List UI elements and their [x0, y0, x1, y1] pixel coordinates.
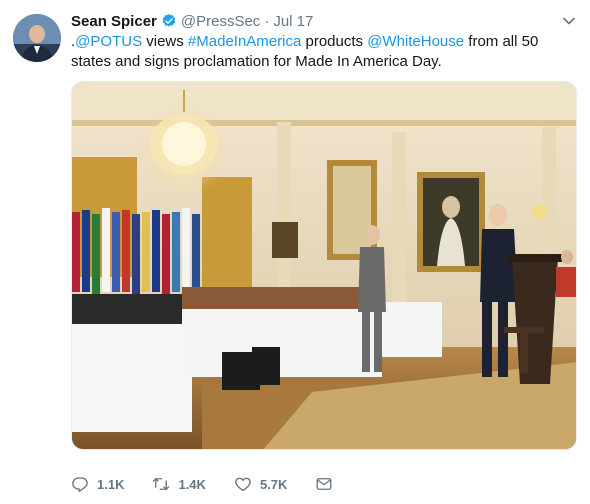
reply-button[interactable]: 1.1K — [71, 475, 124, 493]
mention-whitehouse-link[interactable]: @WhiteHouse — [367, 33, 464, 50]
text-plain: views — [142, 33, 188, 50]
like-count: 5.7K — [259, 476, 288, 492]
author-avatar[interactable] — [13, 14, 61, 62]
tweet-photo[interactable] — [71, 81, 577, 450]
retweet-button[interactable]: 1.4K — [152, 475, 206, 493]
verified-badge-icon — [161, 13, 177, 29]
tweet[interactable]: Sean Spicer @PressSec · Jul 17 .@POTUS v… — [0, 0, 590, 504]
chevron-down-icon[interactable] — [562, 14, 576, 28]
mention-potus-link[interactable]: @POTUS — [75, 33, 142, 50]
envelope-icon — [316, 478, 332, 490]
separator-dot: · — [264, 12, 270, 30]
tweet-timestamp[interactable]: Jul 17 — [273, 13, 313, 30]
author-handle[interactable]: @PressSec — [181, 13, 260, 30]
text-plain: products — [301, 33, 368, 50]
retweet-icon — [153, 478, 170, 490]
heart-icon — [235, 477, 251, 492]
tweet-header: Sean Spicer @PressSec · Jul 17 — [71, 11, 313, 31]
author-name[interactable]: Sean Spicer — [71, 13, 157, 30]
reply-count: 1.1K — [97, 476, 125, 492]
hashtag-madeinamerica-link[interactable]: #MadeInAmerica — [188, 33, 301, 50]
retweet-count: 1.4K — [178, 476, 206, 492]
like-button[interactable]: 5.7K — [234, 475, 287, 493]
tweet-text: .@POTUS views #MadeInAmerica products @W… — [71, 32, 576, 72]
tweet-actions: 1.1K 1.4K 5.7K — [71, 474, 369, 494]
reply-icon — [72, 477, 88, 493]
direct-message-button[interactable] — [315, 475, 341, 493]
